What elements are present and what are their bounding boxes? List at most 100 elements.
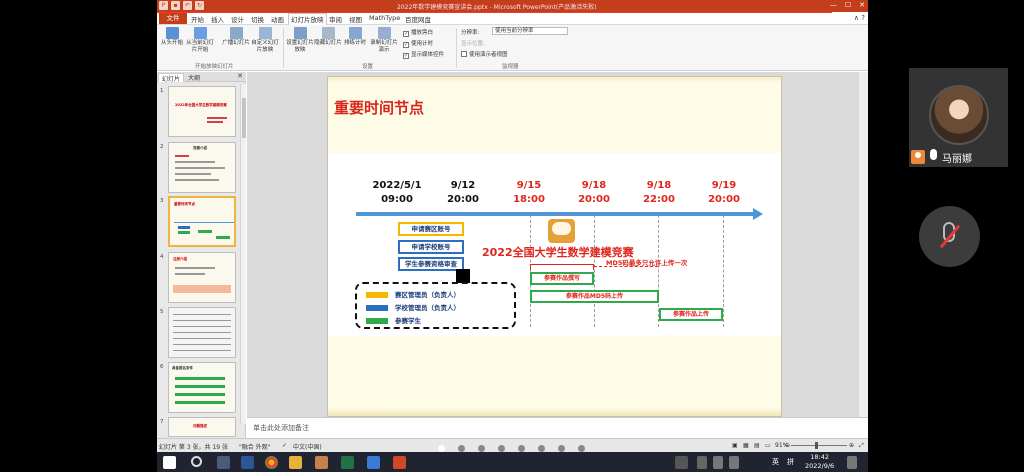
- network-icon[interactable]: [713, 456, 723, 469]
- help-icon[interactable]: ∧ ?: [854, 14, 865, 22]
- checkbox-checked-icon: ✓: [403, 42, 409, 48]
- tab-insert[interactable]: 插入: [211, 14, 224, 24]
- fit-window-icon[interactable]: ⤢: [859, 442, 864, 450]
- system-clock[interactable]: 18:42 2022/9/6: [805, 453, 834, 471]
- sorter-view-icon[interactable]: ▦: [743, 442, 749, 449]
- page-dot[interactable]: [458, 445, 465, 452]
- record-show-button[interactable]: 录制幻灯片演示: [369, 27, 399, 54]
- notification-icon[interactable]: [847, 456, 857, 469]
- presenter-view-checkbox[interactable]: 使用演示者视图: [461, 50, 508, 58]
- tab-baidu-netdisk[interactable]: 百度网盘: [405, 14, 431, 24]
- page-dot[interactable]: [478, 445, 485, 452]
- narration-checkbox[interactable]: ✓ 播放旁白: [403, 28, 433, 37]
- page-dot[interactable]: [498, 445, 505, 452]
- page-dot[interactable]: [438, 445, 445, 452]
- hide-slide-button[interactable]: 隐藏幻灯片: [313, 27, 343, 47]
- tray-app-icon[interactable]: [675, 456, 688, 469]
- from-current-button[interactable]: 从当前幻灯片开始: [185, 27, 215, 54]
- page-dot[interactable]: [538, 445, 545, 452]
- zoom-slider-thumb[interactable]: [815, 442, 818, 449]
- custom-show-icon: [258, 27, 272, 39]
- page-dot[interactable]: [518, 445, 525, 452]
- slide-thumbnail-4[interactable]: 注册介绍: [168, 252, 236, 303]
- word-icon[interactable]: [241, 456, 254, 469]
- editor-scrollbar[interactable]: [858, 72, 868, 417]
- timeline-guide: [594, 215, 595, 327]
- tab-transitions[interactable]: 切换: [251, 14, 264, 24]
- search-icon[interactable]: [191, 456, 202, 467]
- zoom-in-icon[interactable]: ⊕: [849, 442, 854, 449]
- timings-checkbox[interactable]: ✓ 使用计时: [403, 39, 433, 48]
- file-explorer-icon[interactable]: [289, 456, 302, 469]
- window-title: 2022年数学建模竞赛宣讲会.pptx - Microsoft PowerPoi…: [397, 4, 597, 11]
- windows-start-icon[interactable]: [163, 456, 176, 469]
- reading-view-icon[interactable]: ▤: [754, 442, 760, 449]
- tab-home[interactable]: 开始: [191, 14, 204, 24]
- excel-icon[interactable]: [341, 456, 354, 469]
- panel-scrollbar[interactable]: [240, 84, 246, 424]
- tab-review[interactable]: 审阅: [329, 14, 342, 24]
- minimize-button[interactable]: —: [830, 1, 837, 9]
- tab-outline[interactable]: 大纲: [185, 73, 203, 82]
- app-icon[interactable]: [315, 456, 328, 469]
- group-label-start: 开始放映幻灯片: [195, 64, 234, 70]
- from-beginning-button[interactable]: 从头开始: [157, 27, 187, 47]
- slide-thumbnail-7[interactable]: 问题描述: [168, 417, 236, 437]
- slide-counter: 幻灯片 第 3 张，共 19 张: [159, 444, 228, 451]
- normal-view-icon[interactable]: ▣: [732, 442, 738, 449]
- slideshow-view-icon[interactable]: ▭: [765, 442, 771, 449]
- zoom-out-icon[interactable]: ⊖: [785, 442, 790, 449]
- play-current-icon: [193, 27, 207, 39]
- cursor-block: [456, 269, 470, 283]
- slide-thumbnail-1[interactable]: 2022年全国大学生数学建模竞赛: [168, 86, 236, 137]
- spellcheck-icon[interactable]: ✓: [282, 442, 287, 449]
- participant-tile[interactable]: 马丽娜: [909, 68, 1008, 167]
- notes-pane[interactable]: 单击此处添加备注: [247, 417, 868, 438]
- tab-design[interactable]: 设计: [231, 14, 244, 24]
- tab-view[interactable]: 视图: [349, 14, 362, 24]
- zoom-slider[interactable]: [791, 445, 847, 446]
- current-slide[interactable]: 重要时间节点 2022/5/1 09:00 9/12 20:00 9/15 18:00…: [327, 76, 782, 417]
- slide-thumbnail-6[interactable]: 具备报名条件: [168, 362, 236, 413]
- powerpoint-icon[interactable]: [393, 456, 406, 469]
- ime-language[interactable]: 英: [772, 457, 779, 467]
- maximize-button[interactable]: ☐: [845, 1, 851, 9]
- slide-thumbnail-3[interactable]: 重要时间节点: [168, 196, 236, 247]
- ppt-app-icon[interactable]: P: [159, 1, 168, 10]
- chrome-icon[interactable]: [265, 456, 278, 469]
- undo-icon[interactable]: ↶: [183, 1, 192, 10]
- title-bar: P ▪ ↶ ↻ 2022年数学建模竞赛宣讲会.pptx - Microsoft …: [157, 0, 868, 12]
- setup-show-button[interactable]: 设置幻灯片放映: [285, 27, 315, 54]
- photos-icon[interactable]: [367, 456, 380, 469]
- language-indicator[interactable]: 中文(中国): [293, 442, 322, 451]
- tab-file[interactable]: 文件: [159, 13, 187, 24]
- participant-label: 马丽娜: [909, 146, 1008, 166]
- broadcast-button[interactable]: 广播幻灯片: [221, 27, 251, 47]
- task-view-icon[interactable]: [217, 456, 230, 469]
- writing-bracket: [530, 264, 594, 270]
- ribbon-tabs: 文件 开始 插入 设计 切换 动画 幻灯片放映 审阅 视图 MathType 百…: [157, 13, 868, 25]
- custom-show-button[interactable]: 自定义幻灯片放映: [250, 27, 280, 54]
- rehearse-timings-button[interactable]: 排练计时: [340, 27, 370, 47]
- resolution-dropdown[interactable]: 使用当前分辨率: [492, 27, 568, 35]
- scrollbar-thumb[interactable]: [242, 98, 246, 138]
- tab-slideshow[interactable]: 幻灯片放映: [288, 13, 327, 25]
- slide-thumbnail-5[interactable]: [168, 307, 236, 358]
- media-controls-checkbox[interactable]: ✓ 显示媒体控件: [403, 50, 444, 59]
- ime-mode[interactable]: 拼: [787, 457, 794, 467]
- slide-thumbnail-2[interactable]: 竞赛介绍: [168, 142, 236, 193]
- page-dot[interactable]: [578, 445, 585, 452]
- tab-animations[interactable]: 动画: [271, 14, 284, 24]
- redo-icon[interactable]: ↻: [195, 1, 204, 10]
- group-label-monitor: 监视器: [502, 64, 519, 70]
- save-icon[interactable]: ▪: [171, 1, 180, 10]
- volume-icon[interactable]: [729, 456, 739, 469]
- mute-button[interactable]: [919, 206, 980, 267]
- writing-box: 参赛作品撰写: [530, 272, 594, 285]
- tab-mathtype[interactable]: MathType: [369, 14, 400, 22]
- tray-chevron-icon[interactable]: [697, 456, 707, 469]
- panel-close-icon[interactable]: ✕: [237, 72, 243, 80]
- close-button[interactable]: ✕: [859, 1, 865, 9]
- page-dot[interactable]: [558, 445, 565, 452]
- tab-slides[interactable]: 幻灯片: [158, 73, 185, 83]
